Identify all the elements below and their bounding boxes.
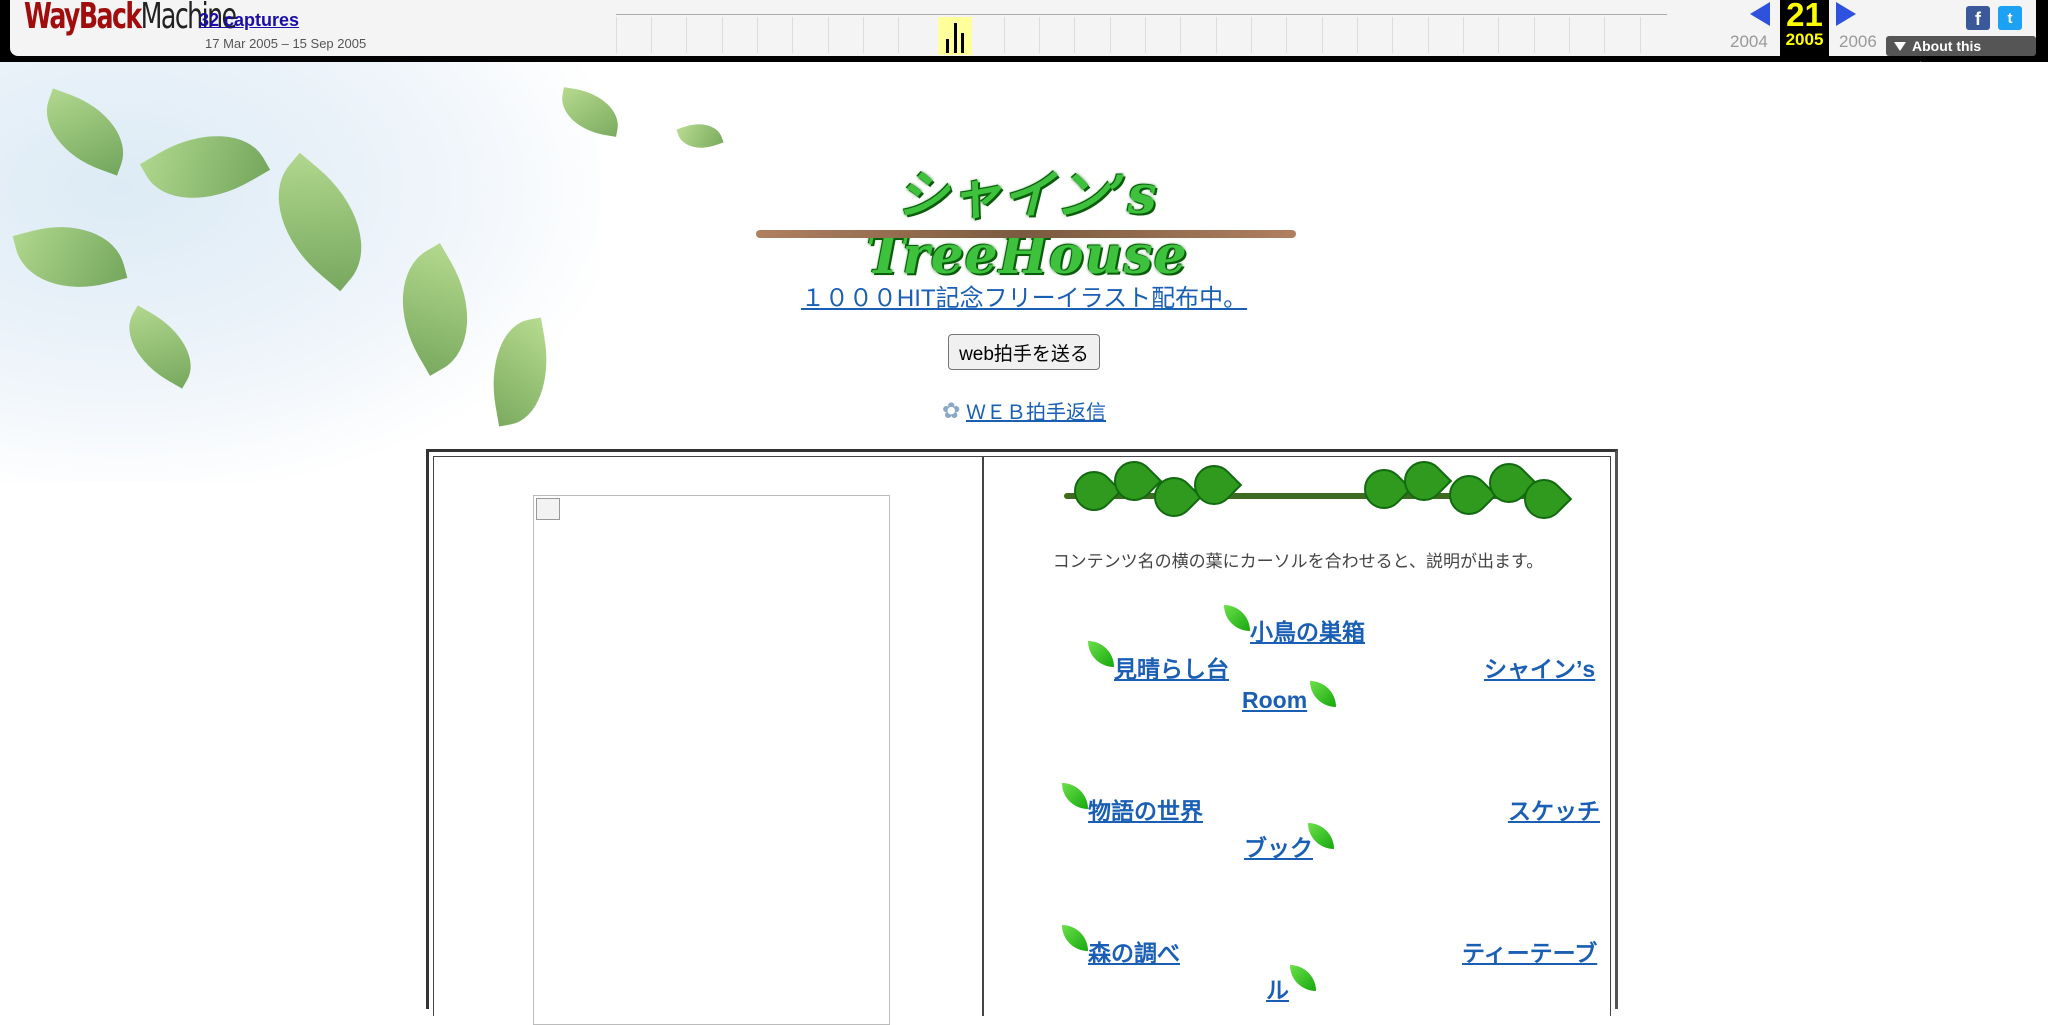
sparkline-month-divider [863, 17, 864, 53]
leaf-decoration [139, 109, 271, 225]
sparkline-month-divider [1428, 17, 1429, 53]
sparkline-month-divider [1463, 17, 1464, 53]
free-illustration-link[interactable]: １０００HIT記念フリーイラスト配布中。 [0, 278, 2048, 313]
nav-link-bird-nest[interactable]: 小鳥の巣箱 [1250, 613, 1365, 647]
nav-link-stories[interactable]: 物語の世界 [1088, 792, 1203, 826]
leaf-tooltip-icon[interactable] [1290, 965, 1316, 991]
web-clap-reply: ✿ ＷＥＢ拍手返信 [0, 396, 2048, 425]
year-navigator: 2004 21 2005 2006 [1726, 0, 1877, 56]
ivy-leaf-icon [1355, 460, 1413, 518]
current-capture-date: 21 2005 [1780, 0, 1829, 56]
nav-link-lookout[interactable]: 見晴らし台 [1114, 650, 1229, 684]
navigation-cell: コンテンツ名の横の葉にカーソルを合わせると、説明が出ます。 小鳥の巣箱 見晴らし… [983, 452, 1611, 1016]
nav-link-tea-table[interactable]: ティーテーブ [1462, 934, 1597, 968]
sparkline-bar [961, 33, 964, 53]
leaf-decoration [676, 116, 724, 156]
current-day: 21 [1786, 0, 1823, 33]
nav-link-tea-table-cont[interactable]: ル [1266, 971, 1289, 1005]
sparkline-month-divider [1392, 17, 1393, 53]
ivy-leaf-icon [1440, 466, 1498, 524]
wayback-logo-part1: WayBack [24, 0, 142, 37]
web-clap-form: web拍手を送る [0, 334, 2048, 370]
next-year[interactable]: 2006 [1839, 32, 1877, 52]
leaf-decoration [32, 88, 138, 176]
nav-link-sketchbook[interactable]: スケッチ [1508, 792, 1600, 826]
sparkline-month-divider [1145, 17, 1146, 53]
sparkline-month-divider [792, 17, 793, 53]
captures-link[interactable]: 32 captures [199, 10, 299, 31]
leaf-tooltip-icon[interactable] [1062, 925, 1088, 951]
leaf-decoration [248, 152, 392, 292]
capture-sparkline[interactable] [616, 14, 1667, 55]
left-cell [433, 456, 983, 1025]
leaf-decoration [556, 87, 624, 137]
leaf-tooltip-icon[interactable] [1224, 605, 1250, 631]
sparkline-month-divider [616, 17, 617, 53]
sparkline-month-divider [1569, 17, 1570, 53]
next-capture-arrow-icon[interactable] [1836, 2, 1856, 26]
current-year: 2005 [1785, 30, 1824, 49]
sparkline-month-divider [1110, 17, 1111, 53]
about-capture-button[interactable]: About this capture [1886, 36, 2036, 74]
site-title-logo: シャイン’s TreeHouse [736, 166, 1318, 286]
twitter-share-icon[interactable]: t [1998, 6, 2022, 30]
sparkline-month-divider [1322, 17, 1323, 53]
sparkline-month-divider [1251, 17, 1252, 53]
site-title: シャイン’s TreeHouse [866, 165, 1188, 286]
nav-link-sketchbook-cont[interactable]: ブック [1244, 829, 1313, 863]
sparkline-month-divider [1357, 17, 1358, 53]
leaf-tooltip-icon[interactable] [1310, 681, 1336, 707]
sparkline-month-divider [1640, 17, 1641, 53]
capture-date-range: 17 Mar 2005 – 15 Sep 2005 [205, 36, 367, 51]
previous-year[interactable]: 2004 [1730, 32, 1768, 52]
ivy-leaf-icon [1065, 462, 1123, 520]
sparkline-month-divider [651, 17, 652, 53]
web-clap-button[interactable]: web拍手を送る [948, 334, 1100, 370]
about-capture-label: About this capture [1894, 38, 1982, 74]
leaf-tooltip-icon[interactable] [1088, 641, 1114, 667]
sparkline-month-divider [757, 17, 758, 53]
nav-link-shine-room-cont[interactable]: Room [1242, 687, 1307, 714]
broken-image-icon [536, 498, 560, 520]
nav-link-forest[interactable]: 森の調べ [1088, 934, 1180, 968]
hover-hint-text: コンテンツ名の横の葉にカーソルを合わせると、説明が出ます。 [1052, 552, 1544, 571]
nav-link-shine-room[interactable]: シャイン’s [1484, 650, 1595, 684]
sparkline-month-divider [1286, 17, 1287, 53]
wayback-toolbar-panel: WayBackMachine 32 captures 17 Mar 2005 –… [10, 0, 2036, 74]
wayback-toolbar: WayBackMachine 32 captures 17 Mar 2005 –… [0, 0, 2048, 74]
sparkline-month-divider [1180, 17, 1181, 53]
broken-image [533, 495, 890, 1025]
sparkline-month-divider [898, 17, 899, 53]
sparkline-month-divider [1498, 17, 1499, 53]
sparkline-month-divider [1534, 17, 1535, 53]
sparkline-month-divider [828, 17, 829, 53]
sparkline-month-divider [686, 17, 687, 53]
leaf-tooltip-icon[interactable] [1062, 783, 1088, 809]
main-content-table: コンテンツ名の横の葉にカーソルを合わせると、説明が出ます。 小鳥の巣箱 見晴らし… [426, 449, 1618, 1025]
ivy-leaf-icon [1395, 452, 1453, 510]
dropdown-triangle-icon [1894, 42, 1906, 51]
sparkline-month-divider [1004, 17, 1005, 53]
sparkline-month-divider [722, 17, 723, 53]
title-branch-decoration [756, 230, 1296, 238]
sparkline-bar [954, 23, 957, 53]
facebook-share-icon[interactable]: f [1966, 6, 1990, 30]
sparkline-month-divider [1604, 17, 1605, 53]
flower-icon: ✿ [942, 397, 961, 423]
sparkline-month-divider [1039, 17, 1040, 53]
sparkline-month-divider [1074, 17, 1075, 53]
sparkline-month-divider [1216, 17, 1217, 53]
web-clap-reply-link[interactable]: ＷＥＢ拍手返信 [966, 402, 1106, 424]
ivy-vine-decoration [1064, 452, 1573, 531]
sparkline-bar [946, 39, 949, 53]
wayback-logo[interactable]: WayBackMachine [24, 0, 237, 40]
previous-capture-arrow-icon[interactable] [1750, 2, 1770, 26]
